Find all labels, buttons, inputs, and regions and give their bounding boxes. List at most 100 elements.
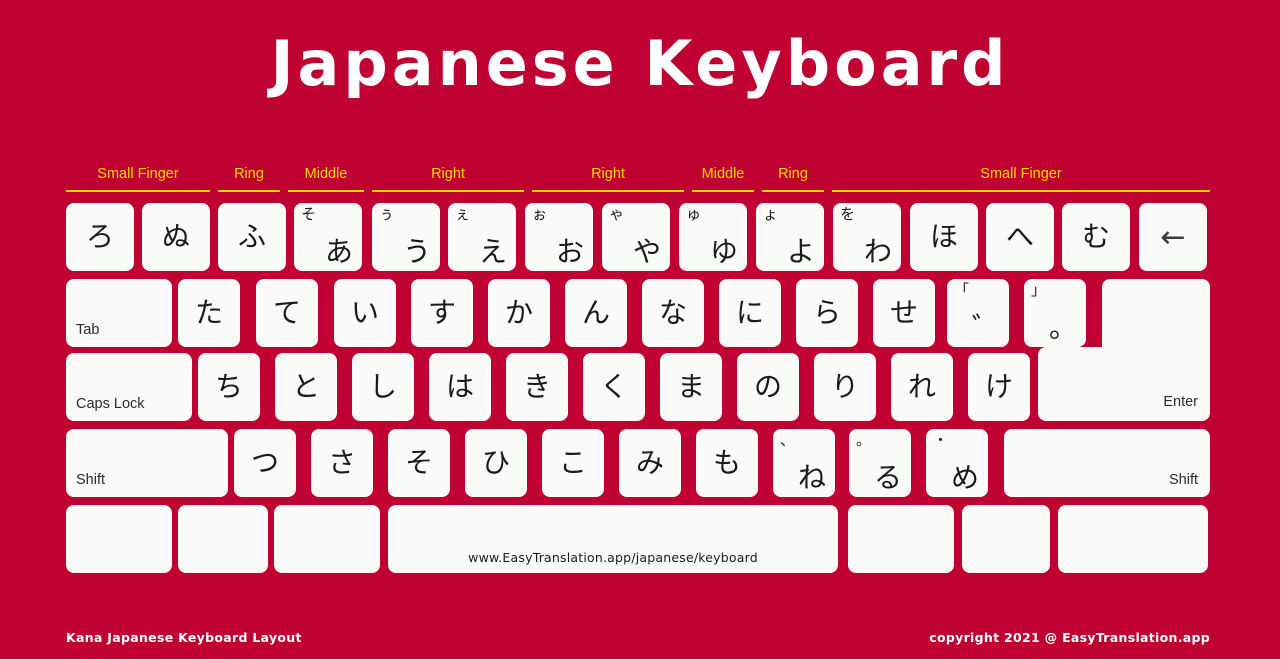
- key-mi[interactable]: み: [619, 429, 681, 497]
- key-i-char: い: [350, 296, 379, 329]
- key-n[interactable]: ん: [565, 279, 627, 347]
- key-shift-left[interactable]: Shift: [66, 429, 228, 497]
- key-ke[interactable]: け: [968, 353, 1030, 421]
- key-space[interactable]: www.EasyTranslation.app/japanese/keyboar…: [388, 505, 838, 573]
- key-ro[interactable]: ろ: [66, 203, 134, 271]
- key-mi-char: み: [635, 446, 664, 479]
- key-ka[interactable]: か: [488, 279, 550, 347]
- key-o[interactable]: ぉお: [525, 203, 593, 271]
- key-mu[interactable]: む: [1062, 203, 1130, 271]
- key-ro-char: ろ: [85, 220, 114, 253]
- key-ho-char: ほ: [929, 220, 958, 253]
- key-menu-right[interactable]: [1058, 505, 1208, 573]
- key-i[interactable]: い: [334, 279, 396, 347]
- finger-zone-4: Right: [532, 166, 684, 192]
- key-chi-char: ち: [214, 370, 243, 403]
- key-ta-char: た: [194, 296, 223, 329]
- key-ctrl-left[interactable]: [66, 505, 172, 573]
- key-ni[interactable]: に: [719, 279, 781, 347]
- key-to[interactable]: と: [275, 353, 337, 421]
- key-a[interactable]: そあ: [294, 203, 362, 271]
- key-se[interactable]: せ: [873, 279, 935, 347]
- key-e[interactable]: ぇえ: [448, 203, 516, 271]
- key-su-char: す: [427, 296, 456, 329]
- key-chi[interactable]: ち: [198, 353, 260, 421]
- key-shi-char: し: [368, 370, 397, 403]
- key-tsu[interactable]: つ: [234, 429, 296, 497]
- footer-copyright: copyright 2021 @ EasyTranslation.app: [929, 630, 1210, 645]
- key-ta[interactable]: た: [178, 279, 240, 347]
- key-nu[interactable]: ぬ: [142, 203, 210, 271]
- key-re-char: れ: [907, 370, 936, 403]
- key-caps-lock[interactable]: Caps Lock: [66, 353, 192, 421]
- key-re[interactable]: れ: [891, 353, 953, 421]
- key-ku-char: く: [599, 370, 628, 403]
- key-win-left[interactable]: [178, 505, 268, 573]
- finger-zone-label: Middle: [304, 166, 348, 182]
- key-backspace[interactable]: ←: [1139, 203, 1207, 271]
- finger-zone-7: Small Finger: [832, 166, 1210, 192]
- finger-zone-0: Small Finger: [66, 166, 210, 192]
- finger-zone-label: Ring: [778, 166, 808, 182]
- key-ya[interactable]: ゃや: [602, 203, 670, 271]
- key-o-shift-char: ぉ: [532, 205, 548, 223]
- finger-zone-label: Small Finger: [980, 166, 1062, 182]
- key-he-char: へ: [1005, 220, 1034, 253]
- key-shift-right[interactable]: Shift: [1004, 429, 1210, 497]
- key-alt-right[interactable]: [848, 505, 954, 573]
- key-hi[interactable]: ひ: [465, 429, 527, 497]
- key-no[interactable]: の: [737, 353, 799, 421]
- key-no-char: の: [753, 370, 782, 403]
- key-yo-char: よ: [786, 235, 815, 268]
- key-ra-char: ら: [812, 296, 841, 329]
- key-ki[interactable]: き: [506, 353, 568, 421]
- key-sa[interactable]: さ: [311, 429, 373, 497]
- key-me[interactable]: ・め: [926, 429, 988, 497]
- key-tab[interactable]: Tab: [66, 279, 172, 347]
- key-te[interactable]: て: [256, 279, 318, 347]
- key-win-right[interactable]: [962, 505, 1050, 573]
- key-dakuten[interactable]: 「゛: [947, 279, 1009, 347]
- key-e-shift-char: ぇ: [455, 205, 471, 223]
- key-ku[interactable]: く: [583, 353, 645, 421]
- key-yo[interactable]: ょよ: [756, 203, 824, 271]
- key-nu-char: ぬ: [161, 220, 190, 253]
- key-shift-left-label: Shift: [76, 472, 106, 488]
- key-na-char: な: [658, 296, 687, 329]
- key-wa[interactable]: をわ: [833, 203, 901, 271]
- key-me-shift-char: ・: [933, 431, 949, 449]
- key-alt-left[interactable]: [274, 505, 380, 573]
- key-mo[interactable]: も: [696, 429, 758, 497]
- key-na[interactable]: な: [642, 279, 704, 347]
- key-ka-char: か: [504, 296, 533, 329]
- key-ne[interactable]: 、ね: [773, 429, 835, 497]
- keyboard: ろぬふそあぅうぇえぉおゃやゅゆょよをわほへむ ← Tab たていすかんなにらせ「゛」…: [66, 203, 1210, 581]
- key-ki-char: き: [522, 370, 551, 403]
- key-fu[interactable]: ふ: [218, 203, 286, 271]
- spacebar-url-label: www.EasyTranslation.app/japanese/keyboar…: [468, 550, 758, 565]
- key-fu-char: ふ: [237, 220, 266, 253]
- key-ma[interactable]: ま: [660, 353, 722, 421]
- key-ko[interactable]: こ: [542, 429, 604, 497]
- key-su[interactable]: す: [411, 279, 473, 347]
- key-ho[interactable]: ほ: [910, 203, 978, 271]
- key-shi[interactable]: し: [352, 353, 414, 421]
- key-ra[interactable]: ら: [796, 279, 858, 347]
- key-yu-shift-char: ゅ: [686, 205, 702, 223]
- key-enter[interactable]: Enter: [1038, 279, 1210, 421]
- key-ru-char: る: [873, 461, 902, 494]
- key-u[interactable]: ぅう: [372, 203, 440, 271]
- key-ru[interactable]: 。る: [849, 429, 911, 497]
- key-ha[interactable]: は: [429, 353, 491, 421]
- key-a-char: あ: [324, 235, 353, 268]
- key-so[interactable]: そ: [388, 429, 450, 497]
- key-ri[interactable]: り: [814, 353, 876, 421]
- key-tsu-char: つ: [250, 446, 279, 479]
- key-ne-shift-char: 、: [780, 431, 796, 449]
- key-ne-char: ね: [797, 461, 826, 494]
- key-n-char: ん: [581, 296, 610, 329]
- key-ya-shift-char: ゃ: [609, 205, 625, 223]
- key-yu[interactable]: ゅゆ: [679, 203, 747, 271]
- key-he[interactable]: へ: [986, 203, 1054, 271]
- key-hi-char: ひ: [481, 446, 510, 479]
